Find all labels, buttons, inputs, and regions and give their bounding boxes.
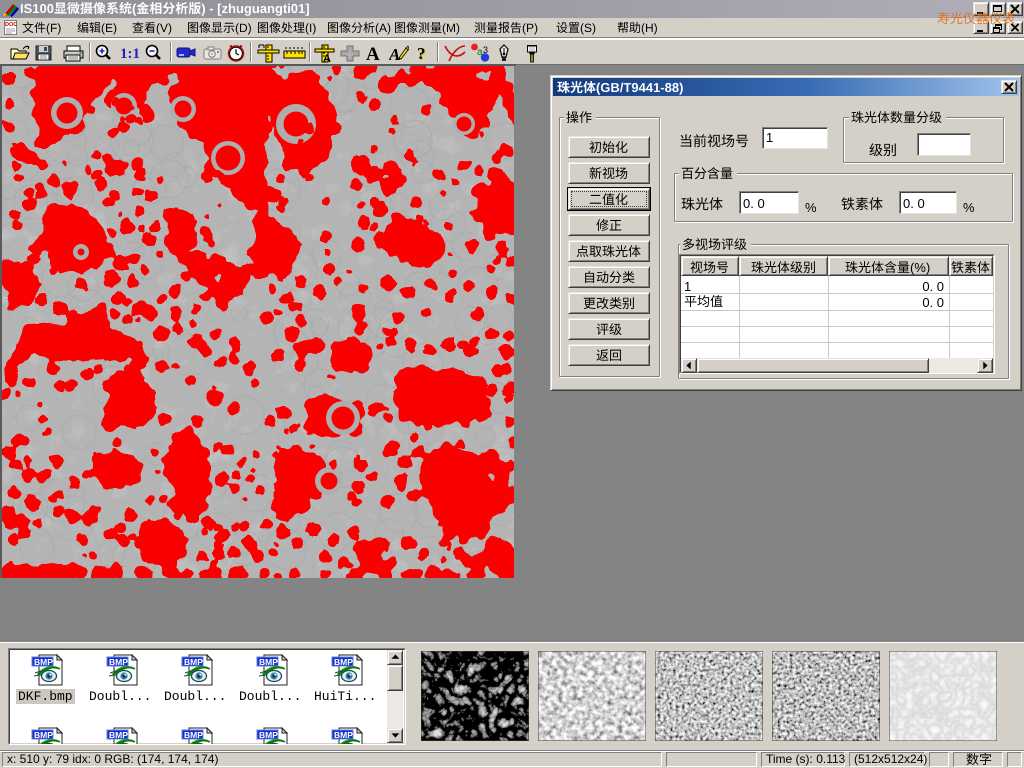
- svg-text:DOC: DOC: [5, 22, 17, 28]
- svg-text:A: A: [323, 53, 331, 63]
- svg-text:1:1: 1:1: [120, 46, 139, 60]
- svg-text:?: ?: [417, 44, 426, 62]
- svg-text:A: A: [366, 44, 380, 62]
- svg-text:A: A: [389, 45, 400, 62]
